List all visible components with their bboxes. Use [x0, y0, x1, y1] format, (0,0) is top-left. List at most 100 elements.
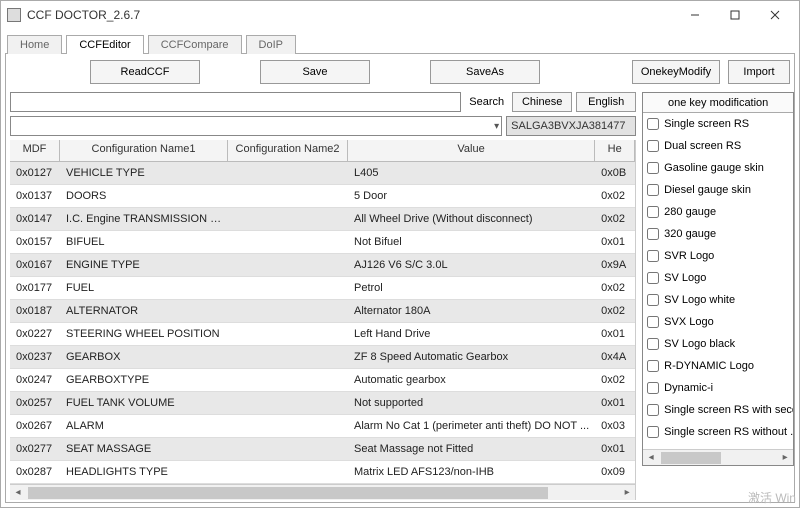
readccf-button[interactable]: ReadCCF	[90, 60, 200, 84]
cell-value: AJ126 V6 S/C 3.0L	[348, 259, 595, 271]
cell-value: Petrol	[348, 282, 595, 294]
onekey-item[interactable]: Single screen RS without .	[643, 421, 793, 443]
vin-field[interactable]: SALGA3BVXJA381477	[506, 116, 636, 136]
onekey-label: SVR Logo	[664, 250, 714, 262]
side-hscrollbar[interactable]: ◂▸	[643, 449, 793, 465]
cell-mdf: 0x0127	[10, 167, 60, 179]
cell-mdf: 0x0227	[10, 328, 60, 340]
onekey-checkbox[interactable]	[647, 404, 659, 416]
search-input[interactable]	[10, 92, 461, 112]
onekey-checkbox[interactable]	[647, 426, 659, 438]
onekey-item[interactable]: Single screen RS with seco	[643, 399, 793, 421]
onekey-checkbox[interactable]	[647, 228, 659, 240]
onekey-item[interactable]: SV Logo	[643, 267, 793, 289]
cell-value: Alternator 180A	[348, 305, 595, 317]
save-button[interactable]: Save	[260, 60, 370, 84]
table-row[interactable]: 0x0227STEERING WHEEL POSITIONLeft Hand D…	[10, 323, 635, 346]
table-row[interactable]: 0x0287HEADLIGHTS TYPEMatrix LED AFS123/n…	[10, 461, 635, 484]
cell-name1: I.C. Engine TRANSMISSION - ...	[60, 213, 228, 225]
config-dropdown[interactable]: ▾	[10, 116, 502, 136]
onekey-checkbox[interactable]	[647, 382, 659, 394]
table-row[interactable]: 0x0167ENGINE TYPEAJ126 V6 S/C 3.0L0x9A	[10, 254, 635, 277]
cell-value: ZF 8 Speed Automatic Gearbox	[348, 351, 595, 363]
cell-value: Seat Massage not Fitted	[348, 443, 595, 455]
import-button[interactable]: Import	[728, 60, 790, 84]
table-row[interactable]: 0x0177FUEL Petrol0x02	[10, 277, 635, 300]
onekey-label: SVX Logo	[664, 316, 714, 328]
table-row[interactable]: 0x0147I.C. Engine TRANSMISSION - ...All …	[10, 208, 635, 231]
onekey-label: SV Logo	[664, 272, 706, 284]
col-name1[interactable]: Configuration Name1	[60, 140, 228, 161]
onekey-item[interactable]: SV Logo black	[643, 333, 793, 355]
col-mdf[interactable]: MDF	[10, 140, 60, 161]
onekeymodify-button[interactable]: OnekeyModify	[632, 60, 720, 84]
col-value[interactable]: Value	[348, 140, 595, 161]
cell-name1: FUEL TANK VOLUME	[60, 397, 228, 409]
tab-ccfcompare[interactable]: CCFCompare	[148, 35, 242, 54]
onekey-item[interactable]: SV Logo white	[643, 289, 793, 311]
tab-panel: ReadCCF Save SaveAs OnekeyModify Import …	[5, 53, 795, 503]
tab-home[interactable]: Home	[7, 35, 62, 54]
onekey-checkbox[interactable]	[647, 250, 659, 262]
cell-hex: 0x02	[595, 190, 635, 202]
table-row[interactable]: 0x0137DOORS5 Door0x02	[10, 185, 635, 208]
cell-value: L405	[348, 167, 595, 179]
table-row[interactable]: 0x0187ALTERNATORAlternator 180A0x02	[10, 300, 635, 323]
onekey-label: R-DYNAMIC Logo	[664, 360, 754, 372]
onekey-checkbox[interactable]	[647, 140, 659, 152]
table-row[interactable]: 0x0247GEARBOXTYPEAutomatic gearbox0x02	[10, 369, 635, 392]
table-row[interactable]: 0x0237GEARBOXZF 8 Speed Automatic Gearbo…	[10, 346, 635, 369]
cell-hex: 0x02	[595, 305, 635, 317]
onekey-item[interactable]: SVR Logo	[643, 245, 793, 267]
app-icon	[7, 8, 21, 22]
tab-doip[interactable]: DoIP	[246, 35, 296, 54]
maximize-button[interactable]	[715, 3, 755, 27]
onekey-item[interactable]: Diesel gauge skin	[643, 179, 793, 201]
table-row[interactable]: 0x0257FUEL TANK VOLUMENot supported0x01	[10, 392, 635, 415]
minimize-button[interactable]	[675, 3, 715, 27]
onekey-item[interactable]: Gasoline gauge skin	[643, 157, 793, 179]
cell-hex: 0x02	[595, 282, 635, 294]
onekey-checkbox[interactable]	[647, 316, 659, 328]
chinese-button[interactable]: Chinese	[512, 92, 572, 112]
config-grid: MDF Configuration Name1 Configuration Na…	[10, 140, 636, 500]
saveas-button[interactable]: SaveAs	[430, 60, 540, 84]
onekey-checkbox[interactable]	[647, 338, 659, 350]
onekey-item[interactable]: 280 gauge	[643, 201, 793, 223]
table-row[interactable]: 0x0127VEHICLE TYPEL4050x0B	[10, 162, 635, 185]
search-label: Search	[465, 96, 508, 108]
onekey-item[interactable]: Dual screen RS	[643, 135, 793, 157]
english-button[interactable]: English	[576, 92, 636, 112]
close-button[interactable]	[755, 3, 795, 27]
onekey-item[interactable]: SVX Logo	[643, 311, 793, 333]
cell-name1: FUEL	[60, 282, 228, 294]
col-hex[interactable]: He	[595, 140, 635, 161]
col-name2[interactable]: Configuration Name2	[228, 140, 348, 161]
onekey-item[interactable]: Single screen RS	[643, 113, 793, 135]
onekey-checkbox[interactable]	[647, 294, 659, 306]
onekey-label: SV Logo black	[664, 338, 735, 350]
onekey-item[interactable]: 320 gauge	[643, 223, 793, 245]
table-row[interactable]: 0x0157BIFUELNot Bifuel0x01	[10, 231, 635, 254]
cell-hex: 0x02	[595, 213, 635, 225]
onekey-checkbox[interactable]	[647, 162, 659, 174]
grid-hscrollbar[interactable]: ◂▸	[10, 484, 635, 500]
onekey-checkbox[interactable]	[647, 360, 659, 372]
tabs: Home CCFEditor CCFCompare DoIP	[1, 29, 799, 53]
cell-mdf: 0x0277	[10, 443, 60, 455]
table-row[interactable]: 0x0277SEAT MASSAGE Seat Massage not Fitte…	[10, 438, 635, 461]
titlebar: CCF DOCTOR_2.6.7	[1, 1, 799, 29]
onekey-checkbox[interactable]	[647, 118, 659, 130]
onekey-checkbox[interactable]	[647, 206, 659, 218]
onekey-item[interactable]: R-DYNAMIC Logo	[643, 355, 793, 377]
onekey-item[interactable]: Dynamic-i	[643, 377, 793, 399]
cell-value: Automatic gearbox	[348, 374, 595, 386]
tab-ccfeditor[interactable]: CCFEditor	[66, 35, 143, 54]
cell-name1: SEAT MASSAGE	[60, 443, 228, 455]
cell-name1: ALARM	[60, 420, 228, 432]
table-row[interactable]: 0x0267ALARMAlarm No Cat 1 (perimeter ant…	[10, 415, 635, 438]
onekey-checkbox[interactable]	[647, 272, 659, 284]
cell-mdf: 0x0177	[10, 282, 60, 294]
onekey-checkbox[interactable]	[647, 184, 659, 196]
cell-value: Not supported	[348, 397, 595, 409]
